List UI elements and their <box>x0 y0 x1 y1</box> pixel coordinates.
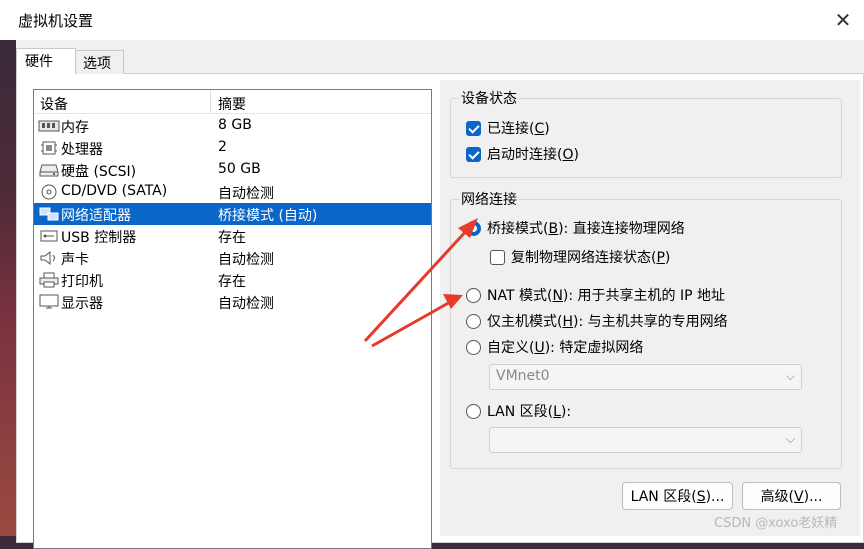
row-name: USB 控制器 <box>61 230 137 246</box>
advanced-button[interactable]: 高级(V)... <box>742 482 841 510</box>
row-summary: 8 GB <box>218 117 252 133</box>
memory-icon <box>38 118 60 134</box>
row-summary: 存在 <box>218 274 246 290</box>
row-summary: 50 GB <box>218 161 261 177</box>
custom-radio[interactable]: 自定义(U): 特定虚拟网络 <box>466 337 643 357</box>
host-only-radio[interactable]: 仅主机模式(H): 与主机共享的专用网络 <box>466 311 728 331</box>
row-name: 打印机 <box>61 274 103 290</box>
custom-network-value: VMnet0 <box>496 368 550 384</box>
row-summary: 自动检测 <box>218 252 274 268</box>
bridged-label: 桥接模式(B): 直接连接物理网络 <box>487 221 685 237</box>
row-name: 网络适配器 <box>61 208 131 224</box>
replicate-state-checkbox[interactable]: 复制物理网络连接状态(P) <box>490 247 670 267</box>
row-name: CD/DVD (SATA) <box>61 183 168 199</box>
network-connection-title: 网络连接 <box>459 189 519 209</box>
column-header-device[interactable]: 设备 <box>40 94 68 114</box>
lan-segment-label: LAN 区段(L): <box>487 404 572 420</box>
hard-disk-icon <box>38 162 60 178</box>
list-header: 设备 摘要 <box>34 90 431 114</box>
row-summary: 存在 <box>218 230 246 246</box>
list-item-usb[interactable]: USB 控制器 存在 <box>34 225 431 247</box>
checkbox-unchecked-icon <box>490 249 505 265</box>
row-name: 处理器 <box>61 142 103 158</box>
row-summary: 自动检测 <box>218 186 274 202</box>
device-status-title: 设备状态 <box>459 88 519 108</box>
row-name: 内存 <box>61 120 89 136</box>
watermark: CSDN @xoxo老妖精 <box>714 516 838 531</box>
replicate-state-label: 复制物理网络连接状态(P) <box>511 250 671 266</box>
connected-checkbox[interactable]: 已连接(C) <box>466 118 550 138</box>
tab-hardware-label: 硬件 <box>25 54 53 70</box>
chevron-down-icon: ⌵ <box>785 369 795 383</box>
row-summary: 自动检测 <box>218 296 274 312</box>
list-item-display[interactable]: 显示器 自动检测 <box>34 291 431 313</box>
cd-dvd-icon <box>38 184 60 200</box>
lan-segments-button[interactable]: LAN 区段(S)... <box>622 482 733 510</box>
vm-settings-dialog: 虚拟机设置 ✕ 硬件 选项 设备 摘要 内存 8 GB 处理器 2 硬盘 (SC… <box>0 0 864 549</box>
processor-icon <box>38 140 60 156</box>
radio-unselected-icon <box>466 403 481 419</box>
radio-unselected-icon <box>466 313 481 329</box>
checkbox-checked-icon <box>466 120 481 136</box>
display-icon <box>38 294 60 310</box>
tab-options-label: 选项 <box>83 56 111 72</box>
close-button[interactable]: ✕ <box>826 6 860 34</box>
connect-on-start-label: 启动时连接(O) <box>487 147 579 163</box>
row-summary: 桥接模式 (自动) <box>218 208 318 224</box>
host-only-label: 仅主机模式(H): 与主机共享的专用网络 <box>487 314 728 330</box>
custom-network-select[interactable]: VMnet0 ⌵ <box>489 364 802 390</box>
lan-segment-select[interactable]: ⌵ <box>489 427 802 453</box>
list-item-processor[interactable]: 处理器 2 <box>34 137 431 159</box>
usb-icon <box>38 228 60 244</box>
list-item-network-adapter[interactable]: 网络适配器 桥接模式 (自动) <box>34 203 431 225</box>
bridged-radio[interactable]: 桥接模式(B): 直接连接物理网络 <box>466 218 685 238</box>
row-name: 硬盘 (SCSI) <box>61 164 137 180</box>
nat-radio[interactable]: NAT 模式(N): 用于共享主机的 IP 地址 <box>466 285 725 305</box>
lan-segment-radio[interactable]: LAN 区段(L): <box>466 401 571 421</box>
device-status-group: 设备状态 <box>450 88 842 178</box>
connected-label: 已连接(C) <box>487 121 550 137</box>
row-summary: 2 <box>218 139 227 155</box>
row-name: 声卡 <box>61 252 89 268</box>
network-adapter-icon <box>38 206 60 222</box>
nat-label: NAT 模式(N): 用于共享主机的 IP 地址 <box>487 288 726 304</box>
sound-card-icon <box>38 250 60 266</box>
row-name: 显示器 <box>61 296 103 312</box>
list-item-hard-disk[interactable]: 硬盘 (SCSI) 50 GB <box>34 159 431 181</box>
list-item-cd-dvd[interactable]: CD/DVD (SATA) 自动检测 <box>34 181 431 203</box>
list-item-sound-card[interactable]: 声卡 自动检测 <box>34 247 431 269</box>
desktop-background <box>0 40 16 536</box>
printer-icon <box>38 272 60 288</box>
close-icon: ✕ <box>834 8 852 32</box>
connect-on-start-checkbox[interactable]: 启动时连接(O) <box>466 144 579 164</box>
custom-label: 自定义(U): 特定虚拟网络 <box>487 340 644 356</box>
radio-selected-icon <box>466 220 481 236</box>
lan-segments-button-label: LAN 区段(S)... <box>630 489 725 505</box>
advanced-button-label: 高级(V)... <box>760 489 823 505</box>
window-title: 虚拟机设置 <box>18 12 94 30</box>
list-item-printer[interactable]: 打印机 存在 <box>34 269 431 291</box>
column-header-summary[interactable]: 摘要 <box>218 94 246 114</box>
checkbox-checked-icon <box>466 146 481 162</box>
device-list[interactable]: 设备 摘要 内存 8 GB 处理器 2 硬盘 (SCSI) 50 GB CD/D… <box>33 89 432 549</box>
title-bar: 虚拟机设置 ✕ <box>0 0 864 40</box>
tab-options[interactable]: 选项 <box>74 50 124 74</box>
tab-hardware[interactable]: 硬件 <box>16 48 76 74</box>
radio-unselected-icon <box>466 339 481 355</box>
chevron-down-icon: ⌵ <box>785 432 795 446</box>
list-item-memory[interactable]: 内存 8 GB <box>34 115 431 137</box>
column-divider <box>210 90 211 114</box>
radio-unselected-icon <box>466 287 481 303</box>
